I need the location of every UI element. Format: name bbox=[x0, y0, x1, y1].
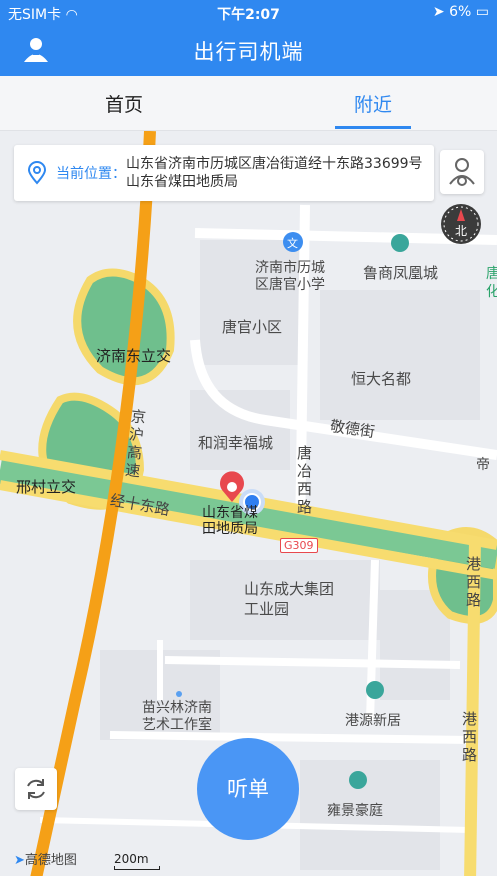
map-brand-label: 高德地图 bbox=[24, 853, 77, 868]
map-label-gangyuan: 港源新居 bbox=[345, 713, 401, 729]
header-bar: 出行司机端 bbox=[0, 24, 497, 76]
map-scale-bar bbox=[114, 866, 160, 870]
map-label-gangxi-upper: 港西路 bbox=[466, 555, 482, 609]
current-location-label: 当前位置： bbox=[56, 166, 126, 182]
location-arrow-icon: ➤ bbox=[432, 4, 445, 20]
driver-icon bbox=[449, 158, 475, 186]
refresh-button[interactable] bbox=[15, 768, 57, 810]
current-location-card: 当前位置： 山东省济南市历城区唐冶街道经十东路33699号山东省煤田地质局 bbox=[14, 145, 434, 201]
driver-mode-button[interactable] bbox=[440, 150, 484, 194]
map-label-yongjing: 雍景豪庭 bbox=[327, 803, 383, 819]
tab-active-indicator bbox=[335, 126, 411, 129]
battery-icon: ▭ bbox=[475, 4, 489, 20]
svg-text:文: 文 bbox=[287, 236, 298, 250]
map-label-di-right: 帝 bbox=[476, 457, 490, 473]
current-location-address: 山东省济南市历城区唐冶街道经十东路33699号山东省煤田地质局 bbox=[126, 156, 423, 190]
map-label-tangye: 唐冶西路 bbox=[297, 444, 313, 516]
map-label-hengda: 恒大名都 bbox=[351, 370, 412, 388]
status-right: ➤ 6% ▭ bbox=[433, 4, 489, 20]
road-shield-g309: G309 bbox=[280, 538, 318, 553]
listen-orders-button[interactable]: 听单 bbox=[197, 738, 299, 840]
tab-bar: 首页 附近 bbox=[0, 76, 497, 131]
map-scale-label: 200m bbox=[114, 852, 149, 866]
map-label-mall: 鲁商凤凰城 bbox=[363, 264, 439, 282]
compass-icon: 北 bbox=[441, 204, 481, 244]
map-label-jinan-east: 济南东立交 bbox=[96, 347, 172, 365]
map-label-miaoxinglin: 苗兴林济南艺术工作室 bbox=[142, 700, 212, 733]
location-pin-icon bbox=[27, 161, 47, 185]
svg-text:北: 北 bbox=[455, 224, 467, 238]
tab-nearby[interactable]: 附近 bbox=[293, 90, 453, 117]
battery-percent: 6% bbox=[449, 4, 472, 20]
map-label-chengda: 山东成大集团工业园 bbox=[244, 580, 335, 618]
status-time: 下午2:07 bbox=[217, 7, 280, 23]
bottom-strip bbox=[0, 876, 497, 883]
map-label-geology: 山东省煤田地质局 bbox=[202, 505, 258, 537]
amap-logo-icon: ➤ bbox=[14, 853, 25, 868]
map-label-school: 济南市历城区唐官小学 bbox=[255, 260, 325, 293]
status-bar: 无SIM卡 ◠ 下午2:07 ➤ 6% ▭ bbox=[0, 0, 497, 24]
map-label-tang-right: 唐化 bbox=[486, 266, 497, 300]
map-label-xingcun: 邢村立交 bbox=[16, 478, 77, 496]
tab-home[interactable]: 首页 bbox=[44, 90, 204, 117]
page-title: 出行司机端 bbox=[193, 40, 304, 64]
map-label-tangguan: 唐官小区 bbox=[222, 318, 283, 336]
map-label-gangxi-lower: 港西路 bbox=[462, 710, 478, 764]
map-label-hurun: 和润幸福城 bbox=[198, 434, 274, 452]
refresh-icon bbox=[27, 779, 45, 799]
compass-button[interactable]: 北 bbox=[440, 203, 482, 245]
map-brand: ➤高德地图 bbox=[14, 849, 77, 868]
